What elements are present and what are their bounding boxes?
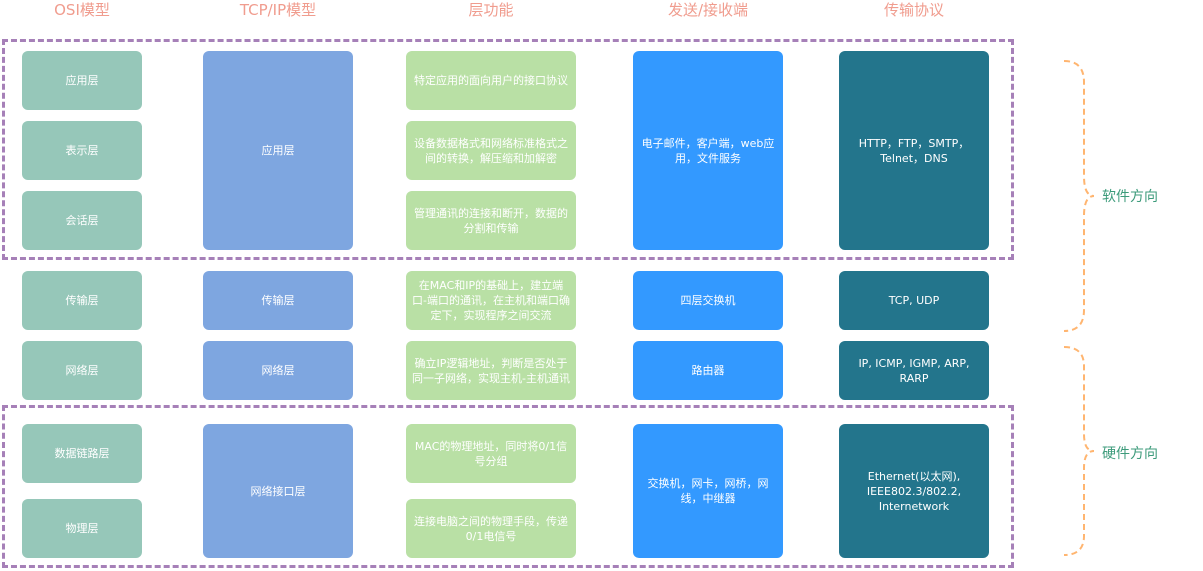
osi-layer-presentation: 表示层 [22, 121, 142, 180]
header-osi: OSI模型 [54, 1, 110, 19]
device-application: 电子邮件，客户端，web应用，文件服务 [633, 51, 783, 250]
tcpip-layer-network-interface: 网络接口层 [203, 424, 353, 558]
header-protocol: 传输协议 [883, 1, 944, 19]
function-presentation: 设备数据格式和网络标准格式之间的转换，解压缩和加解密 [406, 121, 576, 180]
osi-layer-network: 网络层 [22, 341, 142, 400]
osi-layer-application: 应用层 [22, 51, 142, 110]
header-tcpip: TCP/IP模型 [239, 1, 317, 19]
protocol-link-physical: Ethernet(以太网), IEEE802.3/802.2, Internet… [839, 424, 989, 558]
header-function: 层功能 [468, 1, 514, 19]
hardware-brace-icon [1063, 346, 1095, 556]
protocol-network: IP, ICMP, IGMP, ARP, RARP [839, 341, 989, 400]
hardware-direction-label: 硬件方向 [1102, 446, 1158, 462]
tcpip-layer-application: 应用层 [203, 51, 353, 250]
function-datalink: MAC的物理地址，同时将0/1信号分组 [406, 424, 576, 483]
tcpip-layer-network: 网络层 [203, 341, 353, 400]
protocol-application: HTTP，FTP，SMTP，Telnet，DNS [839, 51, 989, 250]
osi-layer-datalink: 数据链路层 [22, 424, 142, 483]
function-transport: 在MAC和IP的基础上，建立端口-端口的通讯，在主机和端口确定下，实现程序之间交… [406, 271, 576, 330]
function-physical: 连接电脑之间的物理手段，传递0/1电信号 [406, 499, 576, 558]
osi-layer-physical: 物理层 [22, 499, 142, 558]
osi-layer-session: 会话层 [22, 191, 142, 250]
function-session: 管理通讯的连接和断开，数据的分割和传输 [406, 191, 576, 250]
protocol-transport: TCP, UDP [839, 271, 989, 330]
device-network: 路由器 [633, 341, 783, 400]
software-brace-icon [1063, 60, 1095, 332]
function-network: 确立IP逻辑地址，判断是否处于同一子网络，实现主机-主机通讯 [406, 341, 576, 400]
device-transport: 四层交换机 [633, 271, 783, 330]
software-direction-label: 软件方向 [1102, 189, 1158, 205]
osi-layer-transport: 传输层 [22, 271, 142, 330]
device-link-physical: 交换机，网卡，网桥，网线，中继器 [633, 424, 783, 558]
function-application: 特定应用的面向用户的接口协议 [406, 51, 576, 110]
header-device: 发送/接收端 [667, 1, 749, 19]
tcpip-layer-transport: 传输层 [203, 271, 353, 330]
